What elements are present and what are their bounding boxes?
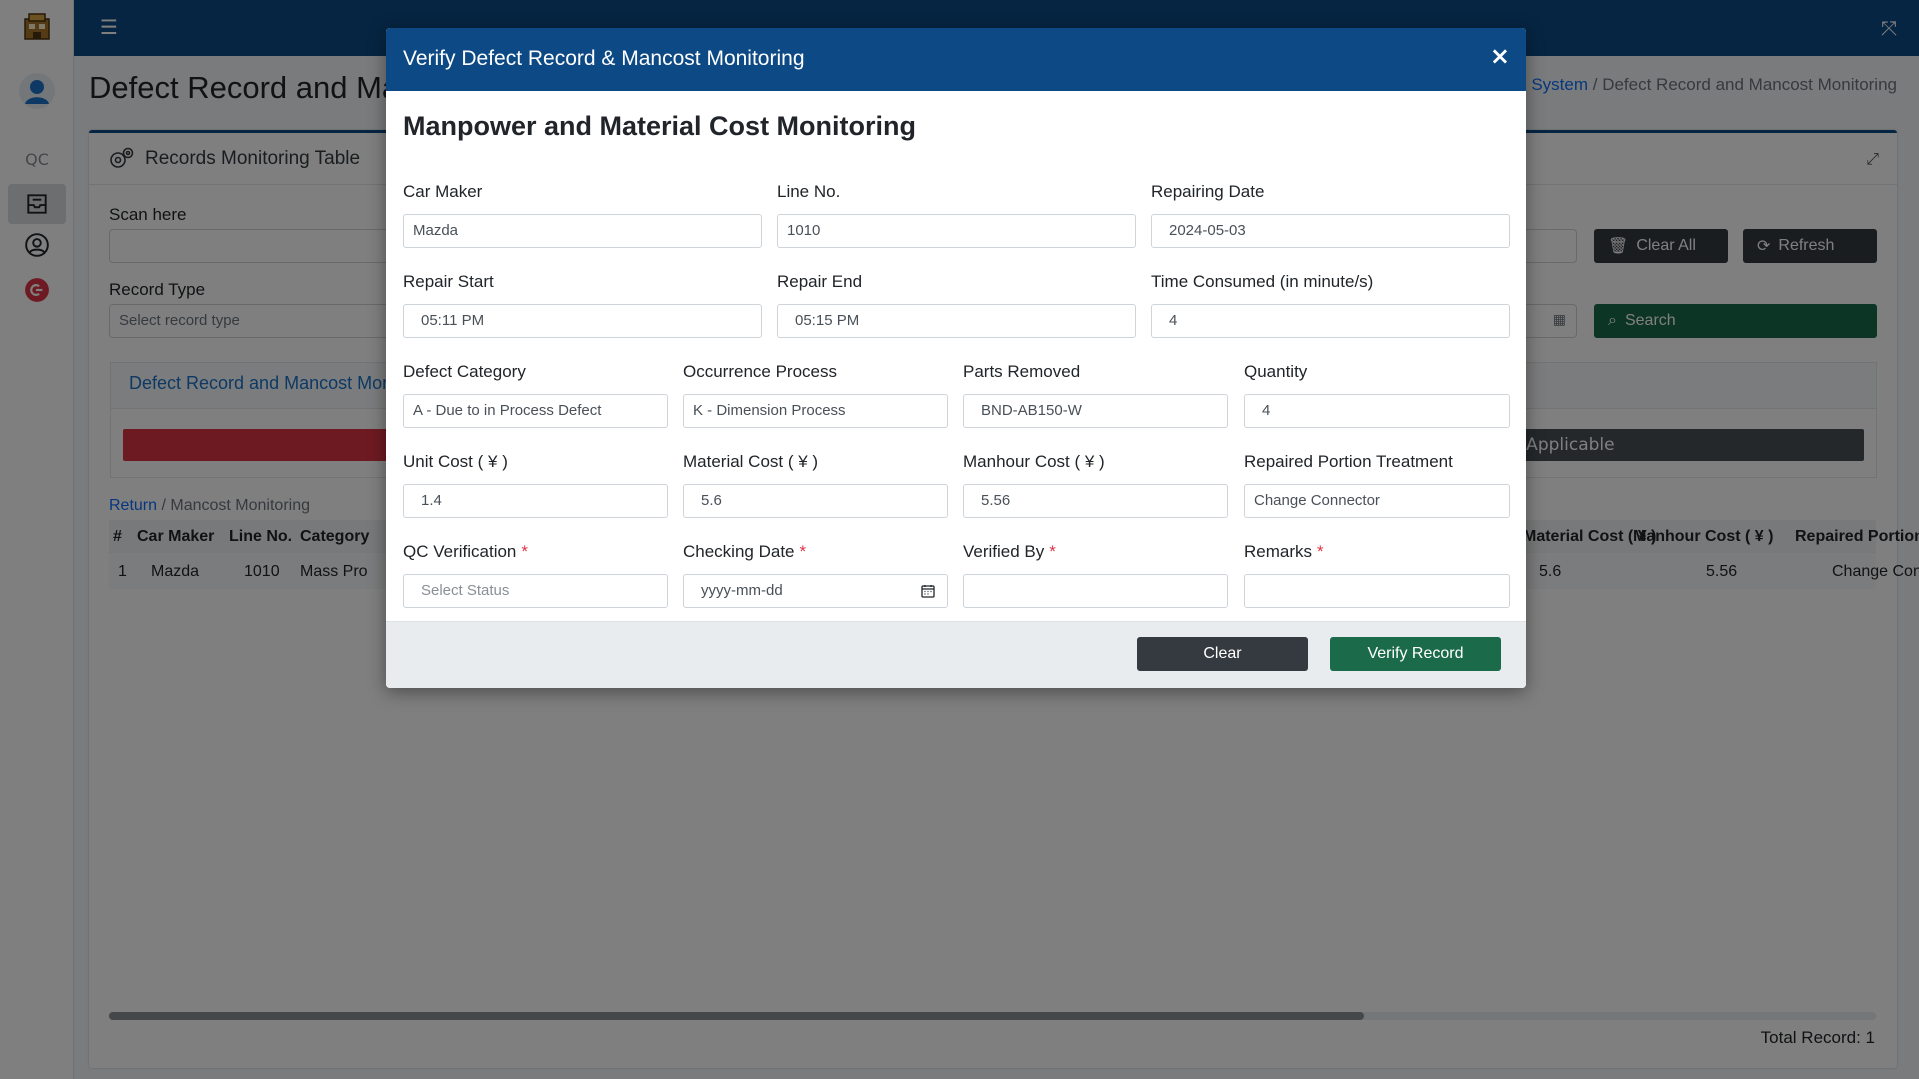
occurrence-process-label: Occurrence Process: [683, 362, 837, 381]
repair-start-label: Repair Start: [403, 272, 494, 291]
parts-removed-field[interactable]: BND-AB150-W: [963, 394, 1228, 428]
material-cost-field[interactable]: 5.6: [683, 484, 948, 518]
repair-end-field[interactable]: 05:15 PM: [777, 304, 1136, 338]
checking-date-label-text: Checking Date: [683, 542, 795, 561]
unit-cost-field[interactable]: 1.4: [403, 484, 668, 518]
verified-by-input[interactable]: [963, 574, 1228, 608]
remarks-label: Remarks *: [1244, 542, 1324, 562]
qc-verification-placeholder: Select Status: [421, 582, 510, 599]
unit-cost-label: Unit Cost ( ¥ ): [403, 452, 508, 471]
manhour-cost-label: Manhour Cost ( ¥ ): [963, 452, 1105, 471]
repairing-date-label: Repairing Date: [1151, 182, 1265, 201]
modal-footer: Clear Verify Record: [386, 621, 1526, 688]
remarks-input[interactable]: [1244, 574, 1510, 608]
defect-category-field[interactable]: A - Due to in Process Defect: [403, 394, 668, 428]
section-title: Manpower and Material Cost Monitoring: [403, 111, 917, 141]
time-consumed-label: Time Consumed (in minute/s): [1151, 272, 1374, 291]
line-no-field[interactable]: 1010: [777, 214, 1136, 248]
checking-date-label: Checking Date *: [683, 542, 806, 562]
occurrence-process-field[interactable]: K - Dimension Process: [683, 394, 948, 428]
repairing-date-field[interactable]: 2024-05-03: [1151, 214, 1510, 248]
verify-record-button[interactable]: Verify Record: [1330, 637, 1501, 671]
remarks-label-text: Remarks: [1244, 542, 1313, 561]
time-consumed-field[interactable]: 4: [1151, 304, 1510, 338]
verify-modal: Verify Defect Record & Mancost Monitorin…: [386, 28, 1526, 688]
verified-by-label: Verified By *: [963, 542, 1056, 562]
quantity-field[interactable]: 4: [1244, 394, 1510, 428]
required-marker: *: [1049, 542, 1056, 561]
required-marker: *: [799, 542, 807, 561]
repair-end-label: Repair End: [777, 272, 863, 291]
close-icon[interactable]: ×: [1490, 42, 1510, 70]
required-marker: *: [1317, 542, 1324, 561]
car-maker-field[interactable]: Mazda: [403, 214, 762, 248]
repaired-portion-label: Repaired Portion Treatment: [1244, 452, 1453, 471]
qc-verification-label-text: QC Verification: [403, 542, 517, 561]
qc-verification-label: QC Verification *: [403, 542, 528, 562]
manhour-cost-field[interactable]: 5.56: [963, 484, 1228, 518]
qc-verification-select[interactable]: Select Status: [403, 574, 668, 608]
material-cost-label: Material Cost ( ¥ ): [683, 452, 819, 471]
parts-removed-label: Parts Removed: [963, 362, 1081, 381]
clear-button[interactable]: Clear: [1137, 637, 1308, 671]
calendar-icon[interactable]: [921, 584, 935, 598]
car-maker-label: Car Maker: [403, 182, 483, 201]
checking-date-input[interactable]: yyyy-mm-dd: [683, 574, 948, 608]
verified-by-label-text: Verified By: [963, 542, 1045, 561]
line-no-label: Line No.: [777, 182, 841, 201]
repaired-portion-field[interactable]: Change Connector: [1244, 484, 1510, 518]
defect-category-label: Defect Category: [403, 362, 526, 381]
modal-header: Verify Defect Record & Mancost Monitorin…: [386, 28, 1526, 91]
repair-start-field[interactable]: 05:11 PM: [403, 304, 762, 338]
modal-title: Verify Defect Record & Mancost Monitorin…: [403, 47, 805, 70]
checking-date-placeholder: yyyy-mm-dd: [701, 582, 783, 599]
quantity-label: Quantity: [1244, 362, 1308, 381]
required-marker: *: [521, 542, 529, 561]
modal-body: Manpower and Material Cost Monitoring Ca…: [386, 91, 1526, 621]
